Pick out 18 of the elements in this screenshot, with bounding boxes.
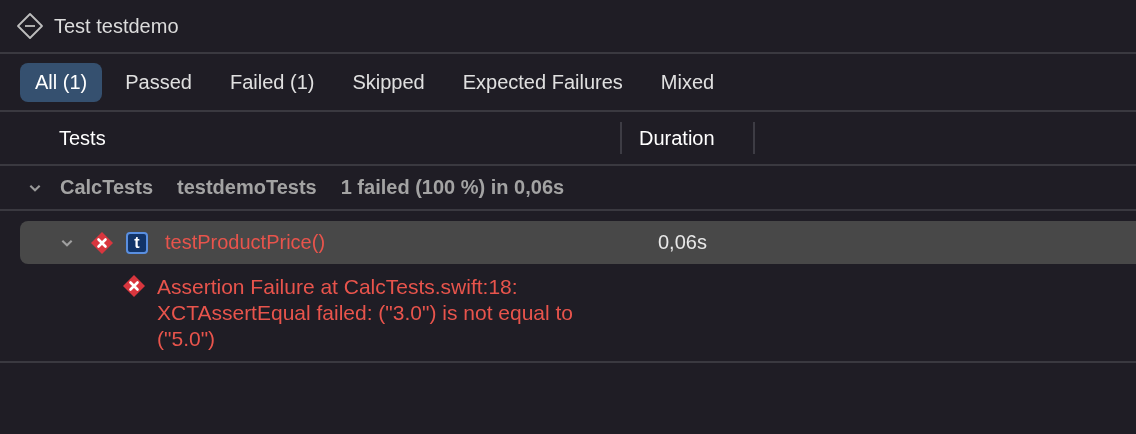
filter-tab[interactable]: Failed (1)	[214, 62, 330, 102]
test-duration: 0,06s	[658, 231, 707, 254]
column-header[interactable]: Tests	[0, 122, 622, 154]
test-plan-icon	[16, 12, 44, 40]
test-name: testProductPrice()	[165, 231, 327, 254]
filter-tab[interactable]: Skipped	[337, 62, 440, 102]
group-name: CalcTests	[60, 176, 153, 199]
column-header[interactable]: Duration	[622, 122, 755, 154]
filter-tab[interactable]: All (1)	[20, 62, 103, 102]
window-title: Test testdemo	[54, 14, 179, 38]
filter-tab[interactable]: Passed	[110, 62, 207, 102]
filter-tab[interactable]: Mixed	[645, 62, 730, 102]
target-name: testdemoTests	[177, 176, 317, 199]
test-type-icon: t	[126, 231, 148, 254]
group-summary: 1 failed (100 %) in 0,06s	[340, 176, 565, 199]
failure-message: Assertion Failure at CalcTests.swift:18: XCTAssertEqual failed: ("3.0") is not equal to ("5.0")	[157, 274, 575, 352]
filter-tab[interactable]: Expected Failures	[447, 62, 638, 102]
test-row[interactable]: t testProductPrice() 0,06s	[20, 221, 1136, 264]
